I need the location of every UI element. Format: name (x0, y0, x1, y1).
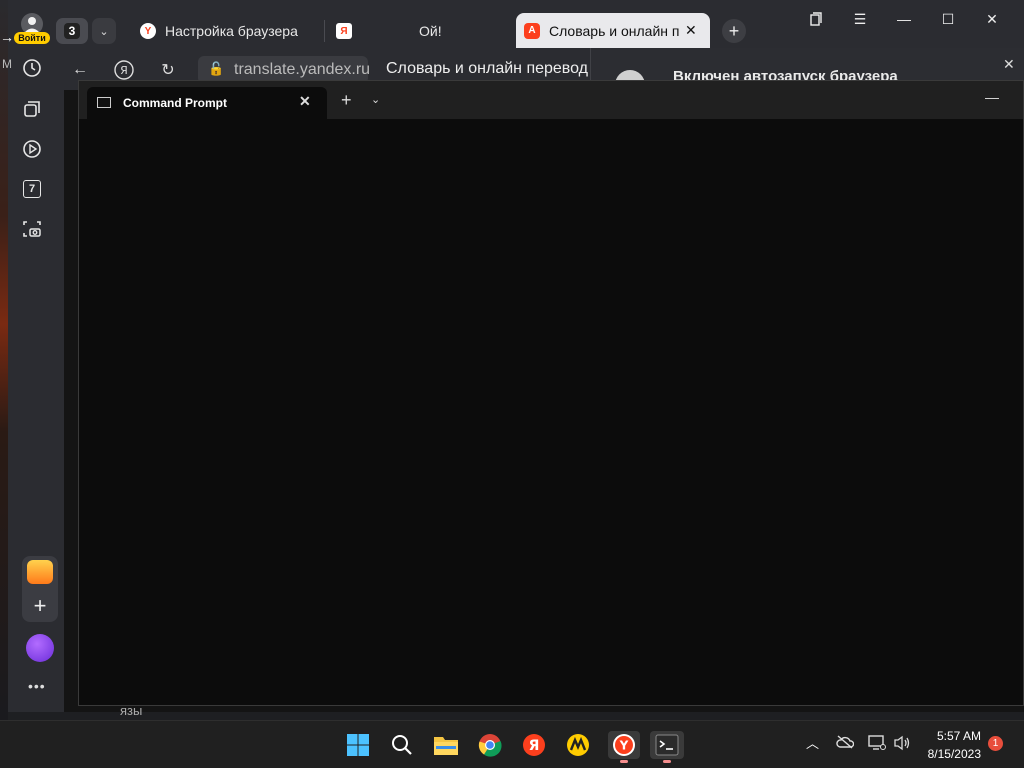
minimize-button[interactable]: — (882, 8, 926, 30)
plus-icon: + (728, 20, 740, 41)
close-tab-icon[interactable]: ✕ (299, 93, 311, 110)
yandex-home-button[interactable]: Я (112, 58, 136, 82)
yandex-browser-icon[interactable]: Y (608, 731, 640, 759)
notification-count-badge[interactable]: 1 (988, 736, 1003, 751)
yandex-translate-icon: A (524, 22, 540, 39)
tabs-dropdown-button[interactable]: ⌄ (92, 18, 116, 44)
wallpaper (0, 0, 8, 720)
close-tab-icon[interactable]: ✕ (685, 22, 697, 39)
yandex-ya-circle-icon: Я (114, 60, 134, 80)
terminal-icon[interactable] (650, 731, 684, 759)
windows-start-icon[interactable] (344, 731, 372, 759)
calendar-icon[interactable]: 7 (20, 177, 44, 201)
clock-time[interactable]: 5:57 AM (925, 729, 981, 743)
chevron-down-icon: ⌄ (99, 25, 109, 38)
tab-browser-settings[interactable]: Y Настройка браузера (132, 13, 322, 49)
menu-button[interactable]: ☰ (838, 8, 882, 30)
sidebar-edge-letter: M (2, 57, 12, 71)
tab-count-button[interactable]: 3 (56, 18, 88, 44)
yandex-ya-icon: Я (336, 23, 352, 39)
new-tab-button[interactable]: + (722, 19, 746, 43)
collections-icon[interactable] (20, 97, 44, 121)
svg-text:Я: Я (120, 64, 128, 77)
desktop: Войти 3 ⌄ Y Настройка браузера Я Ой! A С… (0, 0, 1024, 768)
svg-text:Y: Y (619, 739, 629, 753)
page-title: Словарь и онлайн перевод (386, 60, 588, 77)
reload-icon: ↻ (161, 62, 175, 79)
new-terminal-tab-button[interactable]: + (341, 91, 352, 109)
history-icon[interactable] (20, 56, 44, 80)
active-app-indicator (620, 760, 628, 763)
terminal-body[interactable] (79, 119, 1023, 705)
clock-date[interactable]: 8/15/2023 (918, 747, 981, 761)
minimize-icon: — (897, 11, 911, 27)
tab-label: Настройка браузера (165, 23, 298, 39)
show-hidden-icons-chevron-up-icon[interactable]: ︿ (806, 733, 819, 752)
close-icon: ✕ (986, 10, 998, 27)
terminal-window: Command Prompt ✕ + ⌄ — (78, 80, 1024, 706)
file-explorer-icon[interactable] (432, 731, 460, 759)
svg-text:Я: Я (529, 738, 540, 754)
login-badge[interactable]: Войти (14, 32, 50, 44)
yandex-y-icon: Y (140, 23, 156, 39)
network-icon[interactable] (868, 735, 886, 756)
alice-assistant-icon[interactable] (26, 634, 54, 662)
mail-icon[interactable] (27, 560, 53, 584)
tab-label: Словарь и онлайн пер (549, 22, 679, 39)
terminal-tab-label: Command Prompt (123, 96, 228, 110)
yandex-market-icon[interactable] (564, 731, 592, 759)
back-button[interactable]: ← (68, 58, 92, 82)
onedrive-offline-icon[interactable] (836, 735, 855, 754)
terminal-tab[interactable]: Command Prompt ✕ (87, 87, 327, 119)
close-button[interactable]: ✕ (970, 8, 1014, 30)
yandex-icon[interactable]: Я (520, 731, 548, 759)
maximize-button[interactable]: ☐ (926, 8, 970, 30)
terminal-dropdown-chevron-icon[interactable]: ⌄ (371, 93, 380, 106)
tab-oops[interactable]: Я Ой! (328, 13, 508, 49)
bookmarks-button[interactable] (794, 8, 838, 30)
search-icon[interactable] (388, 731, 416, 759)
chrome-icon[interactable] (476, 731, 504, 759)
video-icon[interactable] (20, 137, 44, 161)
calendar-day: 7 (23, 180, 41, 198)
lock-icon: 🔓 (208, 61, 225, 76)
plus-icon: + (33, 593, 47, 618)
taskbar: Я Y ︿ 5:57 AM 8/15/2023 (0, 720, 1024, 768)
bookmarks-icon (810, 12, 822, 26)
more-icon[interactable]: ••• (28, 678, 46, 694)
terminal-minimize-button[interactable]: — (985, 89, 999, 105)
command-prompt-icon (97, 97, 111, 108)
url-text: translate.yandex.ru (234, 61, 371, 78)
reload-button[interactable]: ↻ (156, 58, 180, 82)
tab-translate-active[interactable]: A Словарь и онлайн пер ✕ (516, 13, 710, 48)
active-app-indicator (663, 760, 671, 763)
tab-divider (324, 20, 325, 42)
add-service-button[interactable]: + (28, 593, 52, 618)
tab-count-label: 3 (63, 23, 81, 39)
tab-label: Ой! (419, 23, 442, 39)
screenshot-icon[interactable] (20, 217, 44, 241)
arrow-left-icon: ← (72, 61, 88, 78)
notification-close-icon[interactable]: ✕ (1003, 56, 1015, 73)
volume-icon[interactable] (893, 735, 911, 756)
maximize-icon: ☐ (941, 10, 955, 27)
mouse-cursor-icon: → (0, 29, 14, 45)
hamburger-icon: ☰ (853, 10, 867, 27)
